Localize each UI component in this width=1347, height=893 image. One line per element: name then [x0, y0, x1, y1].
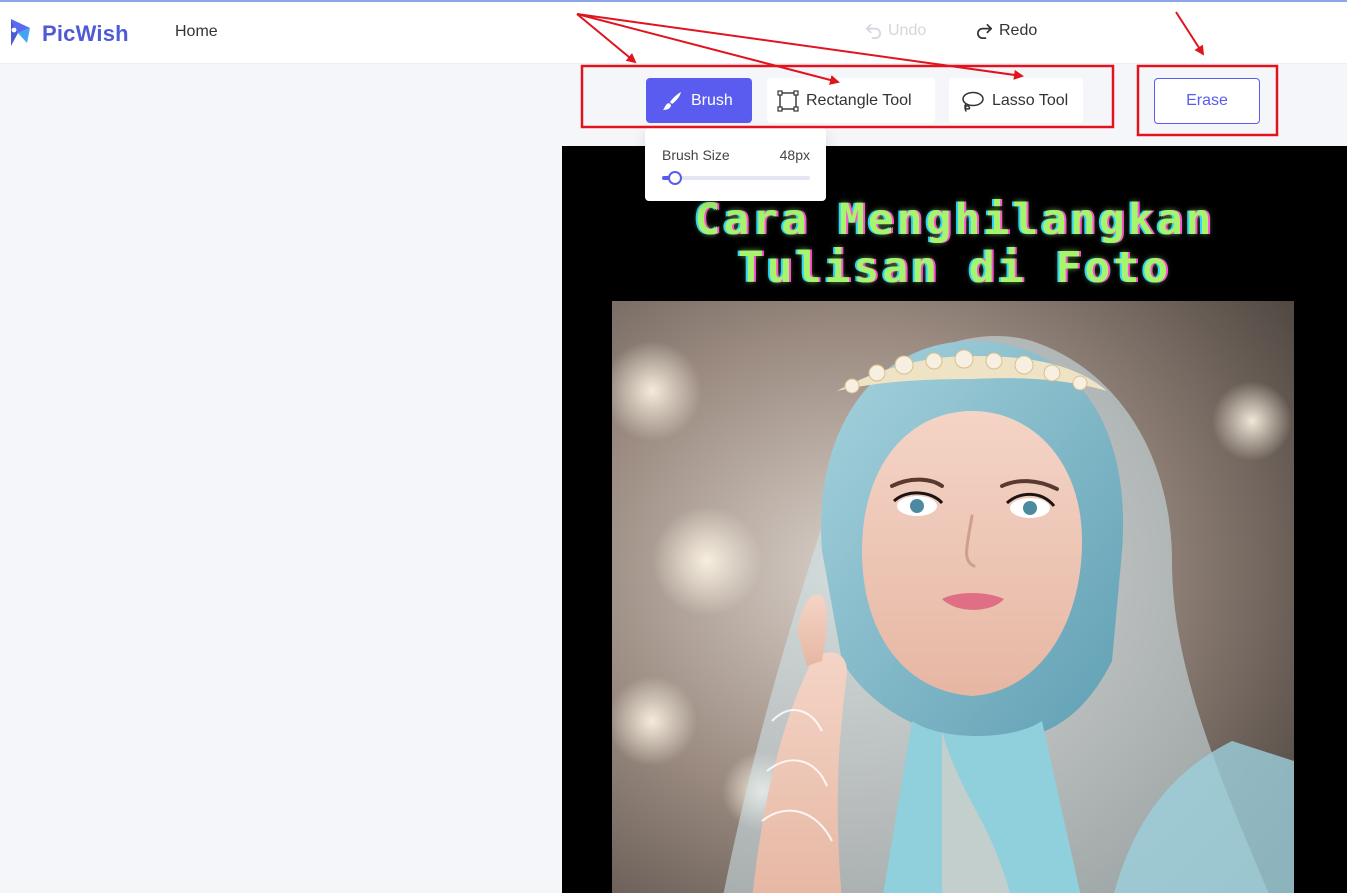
rectangle-tool-button[interactable]: Rectangle Tool — [767, 78, 935, 123]
image-canvas[interactable]: Cara Menghilangkan Tulisan di Foto — [562, 146, 1347, 893]
app-header: PicWish Home Undo Redo — [0, 2, 1347, 64]
undo-label: Undo — [888, 21, 927, 39]
erase-button[interactable]: Erase — [1154, 78, 1260, 124]
brand-name: PicWish — [42, 21, 129, 46]
redo-button[interactable]: Redo — [975, 21, 1037, 40]
headline-line-2: Tulisan di Foto — [737, 243, 1172, 293]
lasso-tool-button[interactable]: Lasso Tool — [949, 78, 1083, 123]
headline-line-1: Cara Menghilangkan — [694, 195, 1215, 245]
brush-tool-label: Brush — [691, 91, 733, 109]
lasso-tool-label: Lasso Tool — [992, 91, 1069, 109]
undo-button[interactable]: Undo — [864, 21, 926, 40]
logo[interactable]: PicWish — [8, 16, 129, 52]
brush-tool-button[interactable]: Brush — [646, 78, 752, 123]
rectangle-icon — [777, 89, 799, 112]
nav-home-link[interactable]: Home — [175, 23, 218, 41]
rectangle-tool-label: Rectangle Tool — [806, 91, 912, 109]
brush-size-value: 48px — [779, 147, 810, 163]
image-headline: Cara Menghilangkan Tulisan di Foto — [562, 196, 1347, 292]
redo-label: Redo — [999, 21, 1038, 39]
lasso-icon — [962, 91, 984, 112]
redo-icon — [977, 23, 993, 39]
undo-icon — [865, 23, 881, 39]
picwish-logo-icon — [11, 19, 30, 46]
portrait-photo — [612, 301, 1294, 893]
brush-icon — [663, 91, 681, 110]
slider-thumb[interactable] — [668, 171, 683, 185]
brush-size-panel: Brush Size 48px — [645, 128, 826, 201]
brush-size-label: Brush Size — [662, 147, 730, 163]
brush-size-slider[interactable] — [662, 171, 810, 185]
